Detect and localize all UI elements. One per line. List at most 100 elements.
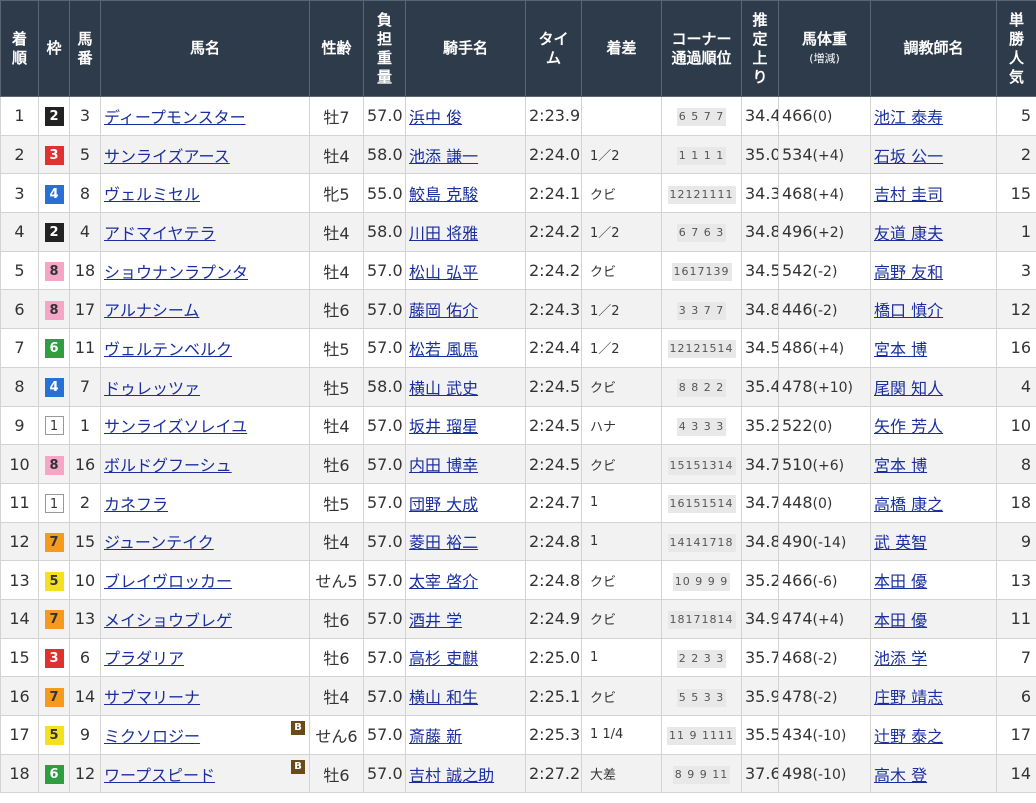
jockey-link[interactable]: 斎藤 新 [409,727,462,746]
horse-link[interactable]: ドゥレッツァ [104,379,200,398]
trainer-link[interactable]: 宮本 博 [874,340,927,359]
rank-cell: 8 [0,366,39,407]
trainer-link[interactable]: 本田 優 [874,572,927,591]
horse-link[interactable]: ショウナンラプンタ [104,263,248,282]
horse-link[interactable]: カネフラ [104,495,168,514]
trainer-link[interactable]: 庄野 靖志 [874,688,943,707]
horse-link[interactable]: ディープモンスター [104,108,246,127]
trainer-link[interactable]: 高橋 康之 [874,495,943,514]
trainer-link[interactable]: 矢作 芳人 [874,417,943,436]
popularity-cell: 7 [996,637,1036,678]
bodyweight-cell: 474(+4) [778,598,871,639]
header-umaban[interactable]: 馬番 [69,0,101,97]
jockey-link[interactable]: 松山 弘平 [409,263,478,282]
bodyweight-cell: 496(+2) [778,212,871,252]
horse-link[interactable]: ヴェルテンベルク [104,340,232,359]
header-bodyweight[interactable]: 馬体重 (増減) [778,0,871,97]
horse-link[interactable]: ミクソロジー [104,727,200,746]
bodyweight-value: 466 [782,106,813,126]
header-corner[interactable]: コーナー 通過順位 [661,0,742,97]
horse-link[interactable]: サンライズアース [104,147,230,166]
time-cell: 2:24.1 [525,173,582,214]
jockey-link[interactable]: 川田 将雅 [409,224,478,243]
horse-link[interactable]: ボルドグフーシュ [104,456,232,475]
trainer-link[interactable]: 橋口 慎介 [874,301,943,320]
corner-positions: 1 1 1 1 [676,147,727,166]
sexage-cell: 牡6 [309,598,364,639]
jockey-link[interactable]: 坂井 瑠星 [409,417,478,436]
header-waku[interactable]: 枠 [38,0,70,97]
jockey-link[interactable]: 太宰 啓介 [409,572,478,591]
table-row: 15 3 6 プラダリア 牡6 57.0 高杉 吏麒 2:25.0 1 2 2 3 3 35.7 46… [0,637,1036,678]
bodyweight-value: 534 [782,145,813,165]
trainer-link[interactable]: 宮本 博 [874,456,927,475]
trainer-link[interactable]: 吉村 圭司 [874,185,943,204]
jockey-link[interactable]: 松若 風馬 [409,340,478,359]
corner-positions: 8 8 2 2 [676,379,727,398]
jockey-link[interactable]: 酒井 学 [409,611,462,630]
header-trainer[interactable]: 調教師名 [870,0,997,97]
weight-cell: 57.0 [363,250,406,291]
weight-cell: 57.0 [363,753,406,794]
horse-link[interactable]: アルナシーム [104,301,199,320]
header-popularity[interactable]: 単勝人気 [996,0,1036,97]
bodyweight-diff: (+4) [812,341,845,358]
trainer-link[interactable]: 辻野 泰之 [874,727,943,746]
trainer-link[interactable]: 池添 学 [874,649,927,668]
trainer-link[interactable]: 武 英智 [874,533,927,552]
header-margin[interactable]: 着差 [581,0,662,97]
header-time[interactable]: タイム [525,0,582,97]
jockey-link[interactable]: 吉村 誠之助 [409,766,494,785]
header-weight[interactable]: 負担重量 [363,0,406,97]
jockey-link[interactable]: 横山 武史 [409,379,478,398]
jockey-link[interactable]: 内田 博幸 [409,456,478,475]
time-cell: 2:24.7 [525,482,582,523]
horse-link[interactable]: ブレイヴロッカー [104,572,232,591]
waku-badge: 5 [44,571,64,591]
horse-link[interactable]: ジューンテイク [104,533,214,552]
margin-cell: 大差 [581,753,662,794]
header-last3f[interactable]: 推定上り [741,0,779,97]
trainer-link[interactable]: 友道 康夫 [874,224,943,243]
header-horse[interactable]: 馬名 [100,0,310,97]
jockey-link[interactable]: 菱田 裕二 [409,533,478,552]
trainer-link[interactable]: 石坂 公一 [874,147,943,166]
jockey-cell: 浜中 俊 [405,96,526,136]
jockey-cell: 菱田 裕二 [405,521,526,562]
jockey-cell: 横山 武史 [405,366,526,407]
horse-link[interactable]: メイショウブレゲ [104,611,232,630]
header-sexage[interactable]: 性齢 [309,0,364,97]
trainer-link[interactable]: 池江 泰寿 [874,108,943,127]
horse-link[interactable]: ワープスピード [104,766,215,785]
jockey-link[interactable]: 藤岡 佑介 [409,301,478,320]
jockey-link[interactable]: 鮫島 克駿 [409,185,478,204]
header-rank[interactable]: 着順 [0,0,39,97]
trainer-link[interactable]: 本田 優 [874,611,927,630]
corner-positions: 8 9 9 11 [672,766,731,785]
umaban-cell: 8 [69,173,101,214]
bodyweight-cell: 434(-10) [778,715,871,755]
corner-cell: 6 7 6 3 [661,212,742,252]
time-cell: 2:25.3 [525,715,582,755]
jockey-link[interactable]: 横山 和生 [409,688,478,707]
trainer-link[interactable]: 高野 友和 [874,263,943,282]
corner-positions: 14141718 [667,533,736,552]
horse-cell: サンライズアース [100,134,310,175]
header-jockey[interactable]: 騎手名 [405,0,526,97]
table-row: 11 1 2 カネフラ 牡5 57.0 団野 大成 2:24.7 1 16151514 34.7 44… [0,482,1036,523]
horse-link[interactable]: サブマリーナ [104,688,200,707]
jockey-link[interactable]: 高杉 吏麒 [409,649,478,668]
horse-link[interactable]: プラダリア [104,649,184,668]
horse-link[interactable]: アドマイヤテラ [104,224,216,243]
trainer-link[interactable]: 尾関 知人 [874,379,943,398]
jockey-link[interactable]: 浜中 俊 [409,108,462,127]
horse-link[interactable]: ヴェルミセル [104,185,200,204]
horse-link[interactable]: サンライズソレイユ [104,417,247,436]
popularity-cell: 4 [996,366,1036,407]
horse-cell: ヴェルテンベルク [100,328,310,368]
jockey-link[interactable]: 池添 謙一 [409,147,478,166]
umaban-cell: 16 [69,444,101,484]
trainer-link[interactable]: 高木 登 [874,766,927,785]
jockey-link[interactable]: 団野 大成 [409,495,478,514]
corner-cell: 12121111 [661,173,742,214]
